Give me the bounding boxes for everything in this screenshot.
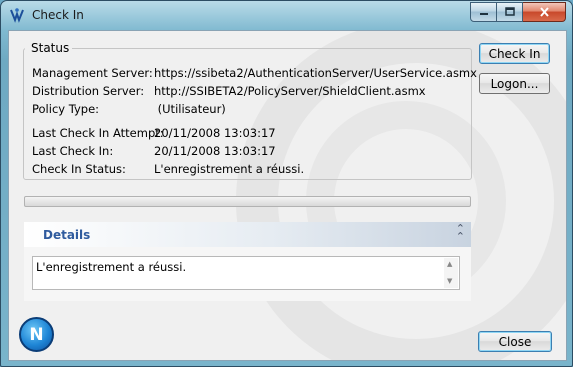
dialog-client-area: Management Server: https://ssibeta2/Auth… bbox=[8, 30, 567, 361]
logon-button[interactable]: Logon... bbox=[479, 73, 550, 94]
distribution-server-label: Distribution Server: bbox=[32, 84, 145, 98]
close-button[interactable]: Close bbox=[478, 331, 552, 352]
close-icon bbox=[539, 7, 549, 17]
check-in-button[interactable]: Check In bbox=[479, 43, 550, 64]
details-expander-header[interactable]: Details ⌃ ⌃ bbox=[24, 222, 471, 247]
window-close-button[interactable] bbox=[523, 2, 566, 22]
last-check-in-value: 20/11/2008 13:03:17 bbox=[154, 144, 276, 158]
check-in-progress-bar bbox=[24, 196, 471, 207]
minimize-button[interactable] bbox=[470, 2, 497, 22]
distribution-server-value: http://SSIBETA2/PolicyServer/ShieldClien… bbox=[154, 84, 426, 98]
last-check-in-attempt-label: Last Check In Attempt: bbox=[32, 126, 164, 140]
management-server-value: https://ssibeta2/AuthenticationServer/Us… bbox=[154, 66, 477, 80]
collapse-chevron-icon[interactable]: ⌃ ⌃ bbox=[456, 223, 465, 242]
last-check-in-label: Last Check In: bbox=[32, 144, 114, 158]
title-bar[interactable]: Check In bbox=[1, 1, 572, 30]
status-legend: Status bbox=[25, 41, 73, 55]
check-in-window: Check In Management Server: https://ssib… bbox=[0, 0, 573, 367]
policy-type-label: Policy Type: bbox=[32, 102, 100, 116]
maximize-icon bbox=[504, 7, 515, 16]
minimize-icon bbox=[479, 13, 488, 15]
product-logo-icon: N bbox=[19, 317, 54, 352]
details-scrollbar[interactable]: ▲ ▼ bbox=[444, 258, 458, 288]
app-icon bbox=[10, 8, 24, 23]
status-groupbox: Management Server: https://ssibeta2/Auth… bbox=[23, 48, 477, 180]
check-in-status-label: Check In Status: bbox=[32, 162, 126, 176]
check-in-status-value: L'enregistrement a réussi. bbox=[154, 162, 305, 176]
last-check-in-attempt-value: 20/11/2008 13:03:17 bbox=[154, 126, 276, 140]
details-text: L'enregistrement a réussi. bbox=[36, 260, 187, 274]
policy-type-value: (Utilisateur) bbox=[154, 102, 226, 116]
management-server-label: Management Server: bbox=[32, 66, 153, 80]
scroll-down-arrow-icon[interactable]: ▼ bbox=[447, 277, 452, 285]
maximize-button[interactable] bbox=[497, 2, 523, 22]
details-textbox[interactable]: L'enregistrement a réussi. ▲ ▼ bbox=[32, 256, 460, 290]
details-panel: L'enregistrement a réussi. ▲ ▼ bbox=[24, 247, 471, 301]
scroll-up-arrow-icon[interactable]: ▲ bbox=[447, 260, 452, 268]
window-title: Check In bbox=[32, 8, 84, 22]
details-label: Details bbox=[43, 228, 91, 242]
